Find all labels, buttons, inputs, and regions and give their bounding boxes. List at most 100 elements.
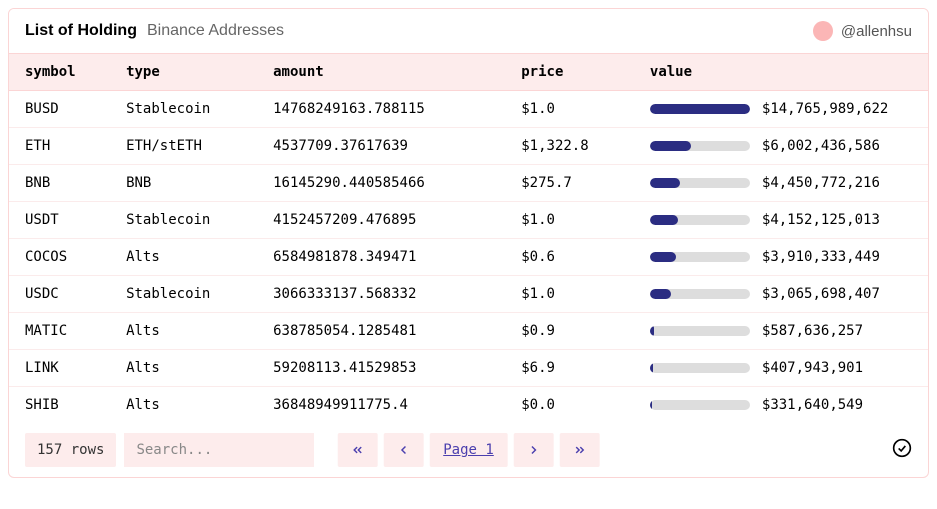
cell-value: $3,910,333,449 <box>634 239 928 276</box>
col-amount[interactable]: amount <box>257 54 505 91</box>
chevron-left-icon <box>396 443 410 457</box>
avatar <box>813 21 833 41</box>
cell-value: $6,002,436,586 <box>634 128 928 165</box>
value-text: $587,636,257 <box>762 323 863 339</box>
card-subtitle: Binance Addresses <box>147 22 284 40</box>
header-left: List of Holding Binance Addresses <box>25 22 284 40</box>
search-input[interactable] <box>124 433 314 467</box>
cell-value: $3,065,698,407 <box>634 276 928 313</box>
table-header-row: symbol type amount price value <box>9 54 928 91</box>
value-text: $14,765,989,622 <box>762 101 888 117</box>
value-text: $6,002,436,586 <box>762 138 880 154</box>
cell-value: $4,152,125,013 <box>634 202 928 239</box>
card-title: List of Holding <box>25 22 137 40</box>
last-page-button[interactable] <box>560 433 600 467</box>
cell-amount: 4537709.37617639 <box>257 128 505 165</box>
value-bar <box>650 141 750 151</box>
chevron-double-right-icon <box>573 443 587 457</box>
cell-type: Stablecoin <box>110 202 257 239</box>
value-text: $4,450,772,216 <box>762 175 880 191</box>
cell-value: $331,640,549 <box>634 387 928 424</box>
table-row: ETHETH/stETH4537709.37617639$1,322.8 $6,0… <box>9 128 928 165</box>
cell-price: $1.0 <box>505 202 634 239</box>
table-row: USDCStablecoin3066333137.568332$1.0 $3,06… <box>9 276 928 313</box>
next-page-button[interactable] <box>514 433 554 467</box>
chevron-double-left-icon <box>350 443 364 457</box>
prev-page-button[interactable] <box>383 433 423 467</box>
cell-type: Alts <box>110 313 257 350</box>
table-row: BUSDStablecoin14768249163.788115$1.0 $14,… <box>9 91 928 128</box>
value-bar <box>650 400 750 410</box>
cell-amount: 3066333137.568332 <box>257 276 505 313</box>
cell-amount: 36848949911775.4 <box>257 387 505 424</box>
cell-type: Alts <box>110 350 257 387</box>
cell-price: $0.9 <box>505 313 634 350</box>
cell-price: $1.0 <box>505 276 634 313</box>
cell-price: $0.0 <box>505 387 634 424</box>
cell-value: $587,636,257 <box>634 313 928 350</box>
table-row: USDTStablecoin4152457209.476895$1.0 $4,15… <box>9 202 928 239</box>
cell-symbol: BUSD <box>9 91 110 128</box>
cell-price: $275.7 <box>505 165 634 202</box>
col-symbol[interactable]: symbol <box>9 54 110 91</box>
table-footer: 157 rows Page 1 <box>9 423 928 477</box>
rows-count: 157 rows <box>25 433 116 467</box>
cell-price: $6.9 <box>505 350 634 387</box>
cell-value: $4,450,772,216 <box>634 165 928 202</box>
col-value[interactable]: value <box>634 54 928 91</box>
col-type[interactable]: type <box>110 54 257 91</box>
cell-symbol: ETH <box>9 128 110 165</box>
card-header: List of Holding Binance Addresses @allen… <box>9 9 928 53</box>
cell-amount: 4152457209.476895 <box>257 202 505 239</box>
value-bar <box>650 363 750 373</box>
value-text: $3,065,698,407 <box>762 286 880 302</box>
username: @allenhsu <box>841 23 912 40</box>
col-price[interactable]: price <box>505 54 634 91</box>
value-bar <box>650 289 750 299</box>
value-bar <box>650 178 750 188</box>
table-row: COCOSAlts6584981878.349471$0.6$3,910,333… <box>9 239 928 276</box>
value-text: $4,152,125,013 <box>762 212 880 228</box>
cell-type: ETH/stETH <box>110 128 257 165</box>
pager: Page 1 <box>337 433 600 467</box>
holdings-table: symbol type amount price value BUSDStabl… <box>9 53 928 423</box>
cell-type: Alts <box>110 387 257 424</box>
cell-type: Alts <box>110 239 257 276</box>
cell-amount: 638785054.1285481 <box>257 313 505 350</box>
cell-value: $407,943,901 <box>634 350 928 387</box>
cell-type: BNB <box>110 165 257 202</box>
table-row: MATICAlts638785054.1285481$0.9 $587,636,2… <box>9 313 928 350</box>
cell-symbol: LINK <box>9 350 110 387</box>
value-bar <box>650 252 750 262</box>
cell-amount: 59208113.41529853 <box>257 350 505 387</box>
table-row: SHIBAlts36848949911775.4$0.0 $331,640,549 <box>9 387 928 424</box>
value-bar <box>650 215 750 225</box>
header-right: @allenhsu <box>813 21 912 41</box>
value-bar <box>650 326 750 336</box>
cell-price: $1.0 <box>505 91 634 128</box>
cell-amount: 6584981878.349471 <box>257 239 505 276</box>
chevron-right-icon <box>527 443 541 457</box>
value-bar <box>650 104 750 114</box>
cell-type: Stablecoin <box>110 276 257 313</box>
cell-symbol: BNB <box>9 165 110 202</box>
cell-symbol: SHIB <box>9 387 110 424</box>
value-text: $3,910,333,449 <box>762 249 880 265</box>
check-circle-icon[interactable] <box>892 438 912 462</box>
cell-symbol: MATIC <box>9 313 110 350</box>
holdings-card: List of Holding Binance Addresses @allen… <box>8 8 929 478</box>
cell-amount: 16145290.440585466 <box>257 165 505 202</box>
cell-amount: 14768249163.788115 <box>257 91 505 128</box>
table-row: LINKAlts59208113.41529853$6.9 $407,943,90… <box>9 350 928 387</box>
first-page-button[interactable] <box>337 433 377 467</box>
value-text: $407,943,901 <box>762 360 863 376</box>
cell-price: $1,322.8 <box>505 128 634 165</box>
cell-value: $14,765,989,622 <box>634 91 928 128</box>
cell-symbol: COCOS <box>9 239 110 276</box>
cell-type: Stablecoin <box>110 91 257 128</box>
table-row: BNBBNB16145290.440585466$275.7$4,450,772… <box>9 165 928 202</box>
cell-symbol: USDC <box>9 276 110 313</box>
cell-symbol: USDT <box>9 202 110 239</box>
page-label[interactable]: Page 1 <box>429 433 508 467</box>
value-text: $331,640,549 <box>762 397 863 413</box>
